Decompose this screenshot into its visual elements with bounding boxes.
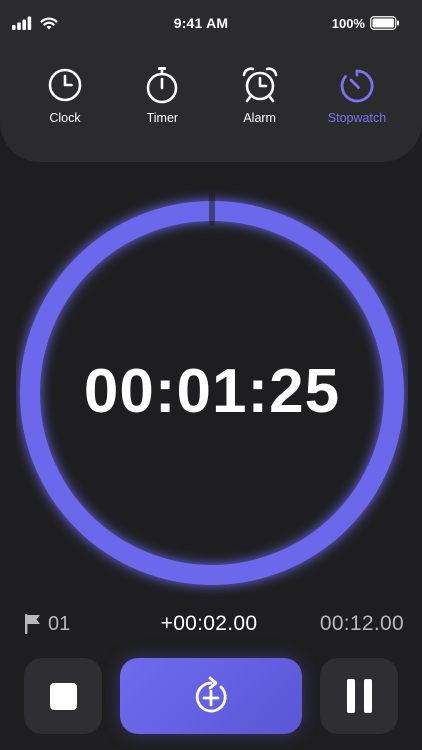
flag-icon (25, 614, 40, 634)
battery-percent: 100% (331, 15, 365, 31)
tab-label: Clock (49, 111, 81, 125)
stopwatch-screen: 9:41 AM 100% Clock Timer Alarm Stopwatch… (0, 0, 422, 750)
tab-bar: Clock Timer Alarm Stopwatch (20, 66, 402, 130)
pause-button[interactable] (320, 658, 398, 734)
stop-button[interactable] (24, 658, 102, 734)
alarm-icon (241, 66, 279, 104)
tab-alarm[interactable]: Alarm (215, 66, 305, 130)
status-right: 100% (310, 16, 400, 31)
battery-icon (370, 16, 399, 30)
stopwatch-icon (338, 66, 376, 104)
tab-stopwatch[interactable]: Stopwatch (312, 66, 402, 130)
stop-icon (49, 682, 77, 710)
elapsed-time: 00:01:25 (83, 357, 341, 426)
lap-number-group: 01 (24, 613, 114, 636)
controls (24, 658, 398, 736)
clock-icon (46, 66, 84, 104)
lap-number: 01 (48, 612, 71, 635)
stopwatch-ring: 00:01:25 (16, 188, 408, 598)
lap-add-icon (195, 676, 227, 713)
timer-icon (143, 66, 181, 104)
lap-row: 01 +00:02.00 00:12.00 (24, 610, 404, 638)
tab-label: Stopwatch (327, 111, 387, 125)
tab-clock[interactable]: Clock (20, 66, 110, 130)
lap-total: 00:12.00 (319, 612, 404, 635)
wifi-icon (40, 17, 58, 30)
status-bar: 9:41 AM 100% (0, 0, 422, 46)
signal-icon (12, 16, 32, 30)
tab-timer[interactable]: Timer (117, 66, 207, 130)
lap-diff: +00:02.00 (160, 612, 258, 635)
pause-icon (346, 679, 372, 713)
lap-button[interactable] (120, 658, 302, 734)
tab-label: Alarm (243, 111, 276, 125)
status-left (12, 16, 92, 30)
status-time: 9:41 AM (173, 15, 229, 31)
tab-label: Timer (146, 111, 179, 125)
